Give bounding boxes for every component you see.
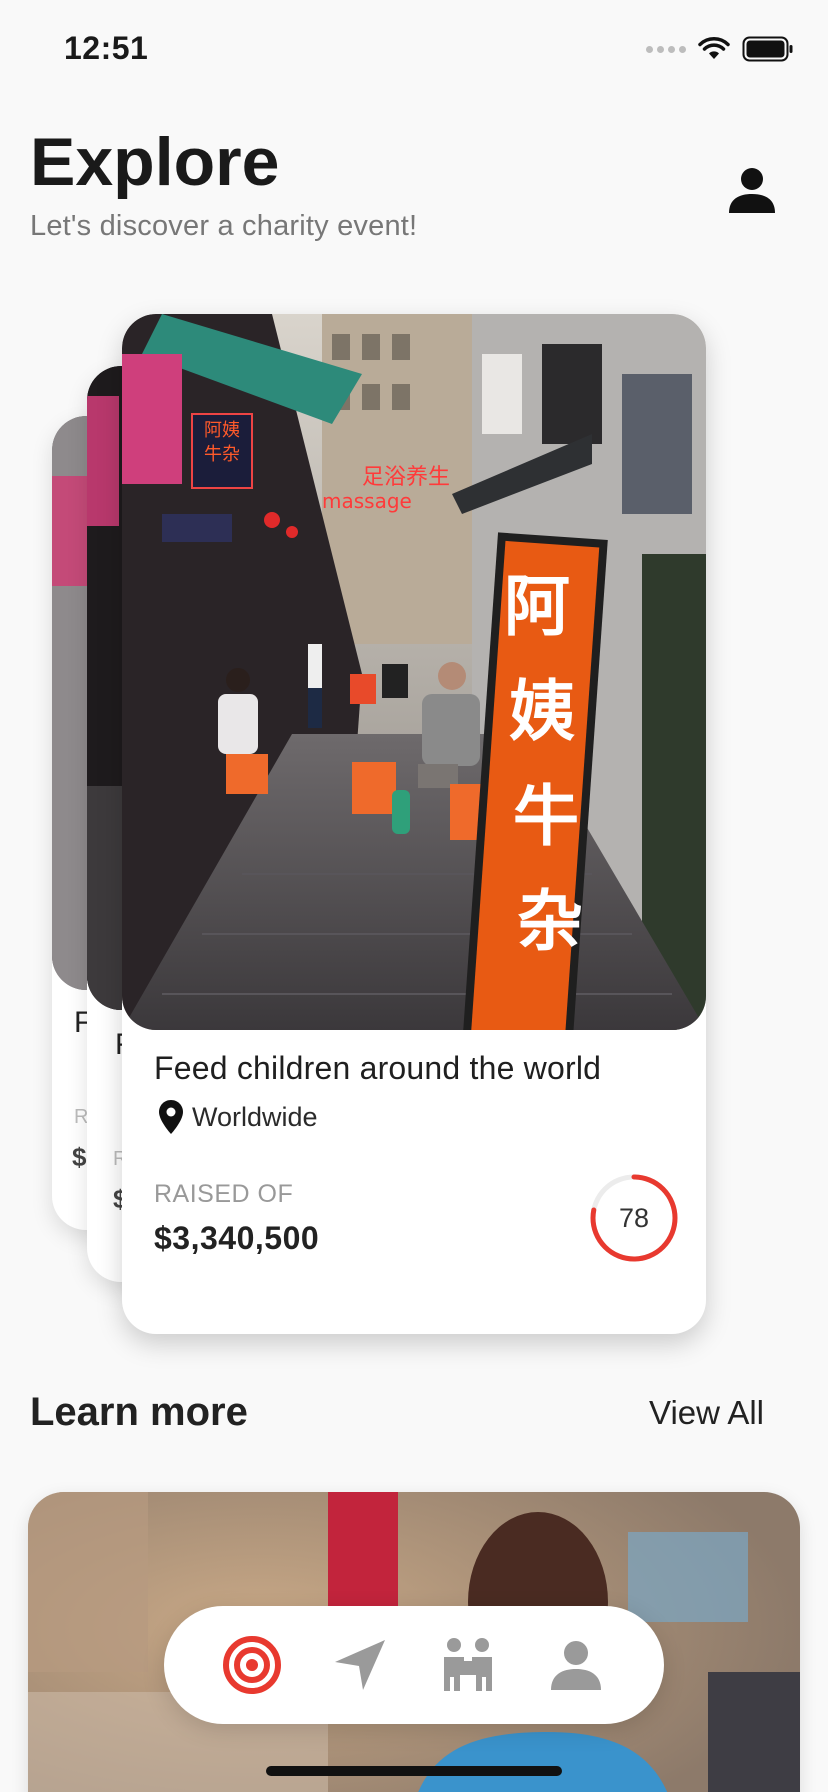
signal-icon: [646, 45, 686, 53]
sign-char: 姨: [509, 673, 575, 750]
sign-char: 阿: [504, 568, 570, 645]
event-location: Worldwide: [158, 1100, 318, 1134]
featured-event-card[interactable]: 阿姨 牛杂 足浴养生 massage 阿 姨 牛 杂 Feed children…: [122, 314, 706, 1334]
event-card-title: Feed children around the world: [154, 1050, 602, 1086]
page-title: Explore: [30, 124, 280, 200]
section-title-learn-more: Learn more: [30, 1390, 248, 1434]
bottom-nav: [164, 1606, 664, 1724]
progress-value: 78: [618, 1202, 650, 1233]
target-icon: [223, 1636, 281, 1694]
page-subtitle: Let's discover a charity event!: [30, 210, 418, 242]
nav-community[interactable]: [433, 1630, 503, 1700]
person-icon: [729, 168, 775, 213]
sign-char: 杂: [517, 883, 583, 960]
neon-sign: massage: [322, 489, 412, 513]
person-icon: [551, 1641, 601, 1690]
status-time: 12:51: [64, 30, 149, 66]
explore-screen: 12:51 Explore Let's discover a charity e…: [0, 0, 828, 1792]
nav-explore[interactable]: [217, 1630, 287, 1700]
wifi-icon: [698, 37, 730, 61]
view-all-link[interactable]: View All: [649, 1394, 764, 1432]
event-location-text: Worldwide: [192, 1101, 318, 1132]
event-photo: 阿姨 牛杂 足浴养生 massage 阿 姨 牛 杂: [122, 314, 706, 1030]
event-raised-amount: $: [72, 1142, 87, 1172]
svg-text:足浴养生: 足浴养生: [362, 465, 450, 490]
send-icon: [335, 1640, 385, 1690]
raised-amount: $3,340,500: [154, 1220, 320, 1256]
nav-profile[interactable]: [541, 1630, 611, 1700]
battery-icon: [742, 36, 794, 62]
nav-nearby[interactable]: [325, 1630, 395, 1700]
raised-label: RAISED OF: [154, 1180, 294, 1208]
svg-text:阿姨: 阿姨: [204, 420, 240, 441]
svg-text:牛杂: 牛杂: [204, 444, 240, 465]
profile-button[interactable]: [722, 160, 782, 220]
home-indicator[interactable]: [266, 1766, 562, 1776]
sign-char: 牛: [513, 778, 579, 855]
location-pin-icon: [159, 1100, 183, 1134]
status-icons: [646, 34, 794, 64]
people-icon: [444, 1638, 492, 1691]
